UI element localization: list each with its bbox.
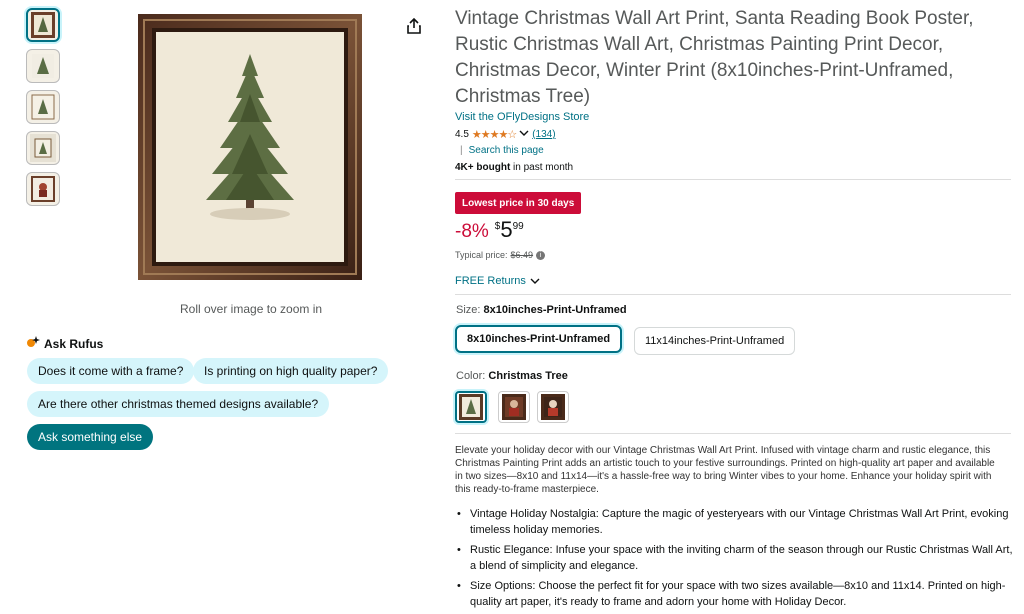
color-selected: Christmas Tree <box>488 370 568 382</box>
color-swatch-santa-1[interactable] <box>498 391 530 423</box>
rating-summary: 4.5 ★★★★☆ (134) <box>455 128 556 141</box>
product-description: Elevate your holiday decor with our Vint… <box>455 445 995 495</box>
size-label-text: Size: <box>456 304 481 316</box>
deal-badge: Lowest price in 30 days <box>455 192 582 214</box>
store-link[interactable]: Visit the OFlyDesigns Store <box>455 111 589 123</box>
price-block: -8% $ 5 99 <box>455 218 524 243</box>
chevron-down-icon[interactable] <box>519 129 529 140</box>
price-whole: 5 <box>500 217 513 242</box>
size-option-8x10[interactable]: 8x10inches-Print-Unframed <box>455 325 623 353</box>
size-option-11x14[interactable]: 11x14inches-Print-Unframed <box>634 327 796 355</box>
zoom-hint: Roll over image to zoom in <box>180 302 323 316</box>
color-label: Color: Christmas Tree <box>456 370 568 382</box>
size-selected: 8x10inches-Print-Unframed <box>483 304 627 316</box>
thumbnail-3[interactable] <box>26 90 60 124</box>
product-main-image[interactable] <box>138 14 362 280</box>
rating-count-link[interactable]: (134) <box>532 129 555 140</box>
rufus-question-designs[interactable]: Are there other christmas themed designs… <box>27 391 330 417</box>
chevron-down-icon[interactable] <box>530 277 540 285</box>
thumbnail-2[interactable] <box>26 49 60 83</box>
rufus-title: Ask Rufus <box>44 336 104 351</box>
size-label: Size: 8x10inches-Print-Unframed <box>456 304 627 316</box>
section-divider <box>455 433 1011 434</box>
rating-value: 4.5 <box>455 129 469 140</box>
color-swatch-christmas-tree[interactable] <box>455 391 487 423</box>
list-item: Size Options: Choose the perfect fit for… <box>455 578 1015 610</box>
search-page-label[interactable]: Search this page <box>469 145 544 156</box>
thumbnail-5[interactable] <box>26 172 60 206</box>
rufus-question-frame[interactable]: Does it come with a frame? <box>27 358 195 384</box>
typical-value: $6.49 <box>510 250 534 260</box>
search-this-page[interactable]: | Search this page <box>460 145 544 156</box>
list-item: Rustic Elegance: Infuse your space with … <box>455 542 1015 574</box>
divider-bar: | <box>460 145 463 156</box>
thumbnail-4[interactable] <box>26 131 60 165</box>
rufus-header: Ask Rufus <box>26 336 103 351</box>
typical-label: Typical price: <box>455 250 508 260</box>
rufus-question-paper[interactable]: Is printing on high quality paper? <box>193 358 389 384</box>
typical-price: Typical price: $6.49 i <box>455 250 546 260</box>
section-divider <box>455 179 1011 180</box>
product-title: Vintage Christmas Wall Art Print, Santa … <box>455 8 974 107</box>
info-icon[interactable]: i <box>536 250 546 260</box>
ask-something-else-button[interactable]: Ask something else <box>27 424 154 450</box>
free-returns[interactable]: FREE Returns <box>455 275 540 287</box>
bought-rest: in past month <box>510 162 574 173</box>
bought-count: 4K+ bought in past month <box>455 162 573 173</box>
feature-bullets: Vintage Holiday Nostalgia: Capture the m… <box>455 506 1015 614</box>
share-icon[interactable] <box>404 16 424 36</box>
price-fraction: 99 <box>512 221 524 232</box>
thumbnail-strip <box>26 8 62 213</box>
star-rating-icon[interactable]: ★★★★☆ <box>472 128 517 141</box>
returns-label[interactable]: FREE Returns <box>455 275 526 287</box>
bought-bold: 4K+ bought <box>455 162 511 173</box>
section-divider <box>455 294 1011 295</box>
color-swatch-santa-2[interactable] <box>537 391 569 423</box>
thumbnail-1[interactable] <box>26 8 60 42</box>
color-label-text: Color: <box>456 370 486 382</box>
list-item: Vintage Holiday Nostalgia: Capture the m… <box>455 506 1015 538</box>
discount-percent: -8% <box>455 221 489 242</box>
sparkle-icon <box>26 336 40 351</box>
